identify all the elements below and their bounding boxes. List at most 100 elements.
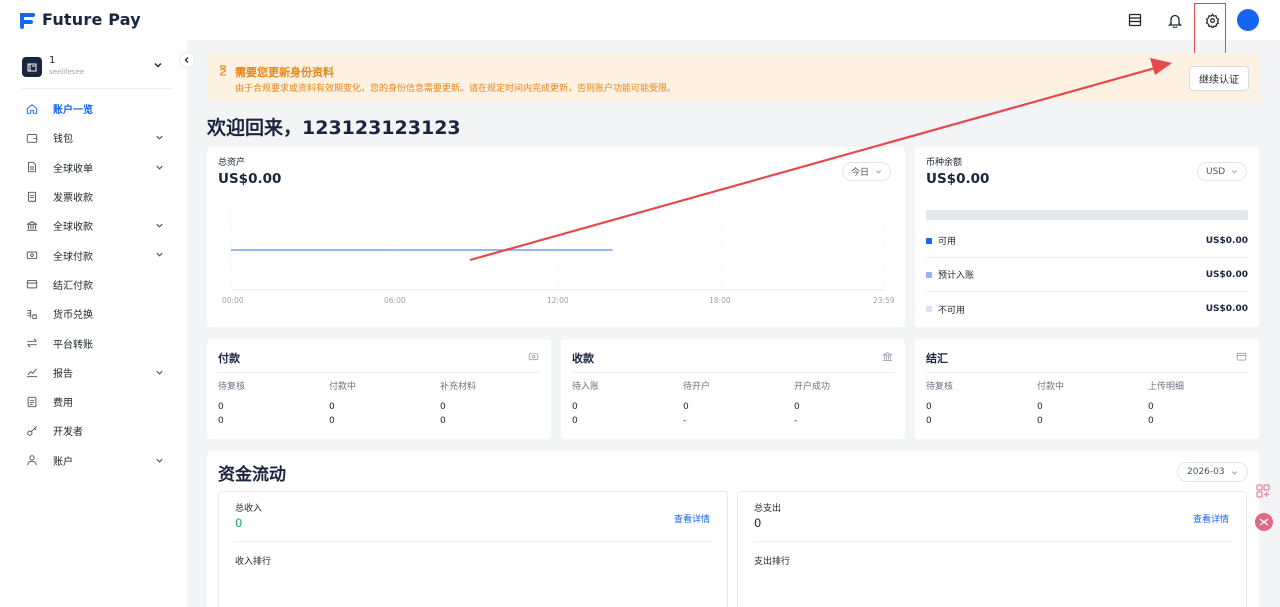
- sidebar-item[interactable]: 钱包: [22, 123, 172, 152]
- payments-cell: 0: [440, 416, 446, 426]
- account-sub: seelifesee: [49, 68, 85, 76]
- chevron-down-icon: [156, 458, 163, 463]
- income-panel: [218, 491, 728, 607]
- income-value: 0: [235, 516, 243, 530]
- income-label: 总收入: [235, 504, 263, 514]
- sidebar-item-label: 全球收单: [53, 163, 93, 175]
- collapse-sidebar-button[interactable]: [179, 52, 195, 68]
- balance-row: 预计入账 US$0.00: [926, 258, 1248, 292]
- sidebar: 1 seelifesee 账户一览钱包全球收单发票收款 全球收款全球付款结汇付款货…: [0, 40, 187, 607]
- sidebar-item[interactable]: 平台转账: [22, 328, 172, 357]
- x-tick: 12:00: [547, 296, 569, 305]
- logo-icon: [20, 12, 35, 29]
- currency-select[interactable]: USD: [1197, 162, 1248, 181]
- card-icon: [1236, 351, 1247, 365]
- home-icon: [25, 103, 39, 115]
- apps-float-icon[interactable]: [1255, 483, 1275, 503]
- user-icon: [25, 454, 39, 466]
- divider: [754, 541, 1231, 542]
- divider: [926, 372, 1248, 373]
- fee-icon: [25, 396, 39, 408]
- sidebar-item[interactable]: 账户一览: [22, 94, 172, 123]
- chevron-down-icon: [1231, 470, 1237, 475]
- expense-details-link[interactable]: 查看详情: [1193, 512, 1229, 525]
- key-icon: [25, 425, 39, 437]
- chevron-down-icon: [156, 136, 163, 140]
- bell-icon[interactable]: [1165, 10, 1185, 30]
- payments-title: 付款: [218, 352, 240, 365]
- collections-header: 开户成功: [794, 382, 831, 392]
- legend-dot: [926, 237, 932, 244]
- account-switcher[interactable]: 1 seelifesee: [22, 55, 167, 83]
- x-tick: 00:00: [222, 296, 244, 305]
- settlement-cell: 0: [1148, 402, 1154, 412]
- divider: [572, 372, 894, 373]
- avatar[interactable]: [1237, 9, 1259, 31]
- sidebar-item[interactable]: 结汇付款: [22, 270, 172, 299]
- balance-progress-bar: [926, 210, 1248, 220]
- bank-icon: [882, 351, 893, 365]
- month-select[interactable]: 2026-03: [1177, 462, 1248, 482]
- collections-cell: 0: [572, 402, 578, 412]
- sidebar-item[interactable]: 账户: [22, 446, 172, 475]
- continue-verification-button[interactable]: 继续认证: [1189, 66, 1249, 91]
- hourglass-icon: [219, 65, 227, 76]
- sidebar-item-label: 开发者: [53, 427, 83, 439]
- chevron-down-icon: [154, 63, 162, 68]
- settlement-cell: 0: [926, 416, 932, 426]
- top-bar: Future Pay: [0, 0, 1280, 40]
- period-select[interactable]: 今日: [842, 162, 892, 181]
- balance-value: US$0.00: [1205, 304, 1248, 314]
- settlement-cell: 0: [1037, 402, 1043, 412]
- income-details-link[interactable]: 查看详情: [674, 512, 710, 525]
- sidebar-item[interactable]: 开发者: [22, 416, 172, 445]
- highlight-box: [1194, 3, 1226, 57]
- layout-icon[interactable]: [1125, 10, 1145, 30]
- sidebar-item[interactable]: 报告: [22, 358, 172, 387]
- chevron-down-icon: [875, 170, 882, 174]
- collections-cell: 0: [794, 402, 800, 412]
- collections-cell: -: [794, 416, 798, 426]
- banner-title: 需要您更新身份资料: [235, 66, 334, 79]
- document-icon: [25, 161, 39, 173]
- sidebar-item-label: 全球付款: [53, 251, 93, 263]
- sidebar-item[interactable]: 货币兑换: [22, 299, 172, 328]
- sidebar-item[interactable]: 费用: [22, 387, 172, 416]
- collections-card: [561, 339, 905, 439]
- chart-icon: [25, 366, 39, 378]
- total-assets-value: US$0.00: [218, 171, 282, 187]
- divider: [22, 88, 172, 89]
- assets-line-chart: [230, 210, 886, 291]
- payments-cell: 0: [329, 402, 335, 412]
- x-tick: 23:59: [873, 296, 895, 305]
- sidebar-item[interactable]: 全球收款: [22, 211, 172, 240]
- sidebar-item[interactable]: 全球付款: [22, 240, 172, 269]
- brand-logo[interactable]: Future Pay: [18, 10, 141, 29]
- balance-name: 预计入账: [938, 271, 975, 281]
- divider: [235, 541, 712, 542]
- sidebar-item-label: 结汇付款: [53, 280, 93, 292]
- x-tick: 06:00: [384, 296, 406, 305]
- payments-cell: 0: [329, 416, 335, 426]
- legend-dot: [926, 271, 932, 278]
- settlement-header: 待复核: [926, 382, 954, 392]
- chevron-down-icon: [156, 223, 163, 228]
- assistant-float-icon[interactable]: [1254, 512, 1274, 532]
- income-ranking-label: 收入排行: [235, 557, 272, 567]
- balance-value: US$0.00: [1205, 269, 1248, 280]
- divider: [218, 372, 540, 373]
- payments-card: [207, 339, 551, 439]
- verification-banner: 需要您更新身份资料 由于合规要求或资料有效期变化，您的身份信息需要更新。请在规定…: [207, 53, 1259, 101]
- sidebar-item-label: 账户一览: [53, 105, 93, 117]
- payments-header: 补充材料: [440, 382, 477, 392]
- payment-icon: [25, 249, 39, 261]
- currency-balance-label: 币种余额: [926, 158, 963, 168]
- sidebar-item[interactable]: 全球收单: [22, 153, 172, 182]
- sidebar-item[interactable]: 发票收款: [22, 182, 172, 211]
- legend-dot: [926, 306, 932, 312]
- chevron-down-icon: [1232, 170, 1238, 174]
- page-title: 欢迎回来，123123123123: [207, 117, 461, 139]
- period-value: 今日: [851, 168, 870, 178]
- currency-value: USD: [1206, 166, 1226, 177]
- settlement-cell: 0: [926, 402, 932, 412]
